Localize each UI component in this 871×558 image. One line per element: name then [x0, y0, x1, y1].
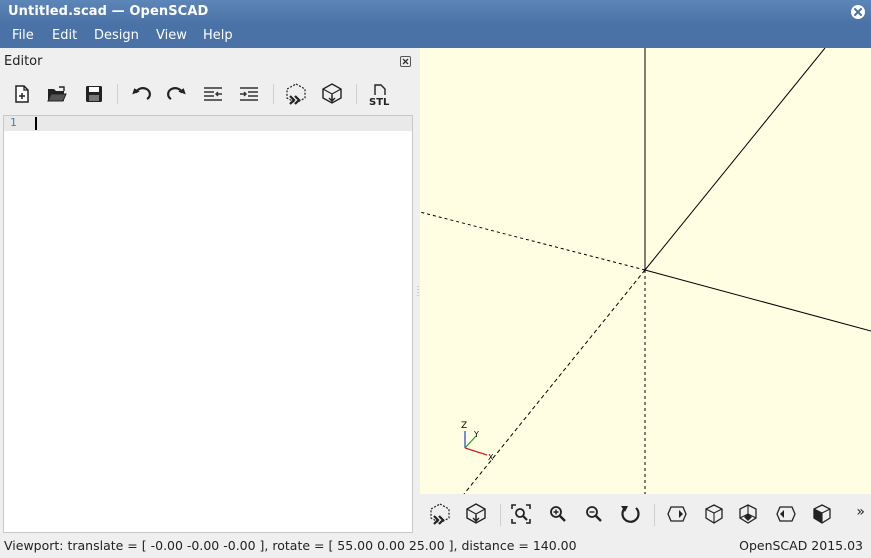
render-icon	[322, 83, 342, 104]
view-toolbar: »	[420, 494, 871, 535]
window-title: Untitled.scad — OpenSCAD	[8, 4, 209, 19]
view-left-button[interactable]	[771, 499, 801, 529]
axes-orientation-gizmo: Z Y X	[461, 421, 494, 462]
menu-edit[interactable]: Edit	[52, 28, 77, 43]
editor-dock-close-button[interactable]	[400, 56, 411, 67]
view-top-button[interactable]	[699, 499, 729, 529]
view-top-icon	[705, 504, 723, 524]
toolbar-separator	[654, 504, 655, 526]
view-preview-button[interactable]	[425, 499, 455, 529]
render-button[interactable]	[318, 78, 346, 110]
zoom-out-button[interactable]	[579, 499, 609, 529]
preview-icon	[286, 83, 306, 105]
view-left-icon	[776, 506, 796, 522]
open-file-button[interactable]	[43, 78, 71, 110]
current-line-highlight	[4, 116, 412, 131]
view-right-icon	[667, 506, 687, 522]
3d-viewport[interactable]: Z Y X	[420, 48, 871, 494]
export-stl-button[interactable]: STL	[365, 78, 393, 110]
reset-view-icon	[621, 506, 640, 523]
gizmo-x-line	[464, 447, 488, 456]
x-axis-negative	[420, 211, 646, 271]
text-caret	[35, 117, 37, 130]
zoom-in-icon	[550, 506, 566, 522]
gizmo-x-label: X	[488, 453, 494, 462]
menu-bar: File Edit Design View Help	[0, 25, 871, 48]
undo-button[interactable]	[127, 78, 155, 110]
view-all-icon	[511, 504, 531, 524]
view-all-button[interactable]	[506, 499, 536, 529]
unindent-button[interactable]	[199, 78, 227, 110]
view-front-button[interactable]	[807, 499, 837, 529]
open-file-icon	[47, 86, 67, 102]
toolbar-separator	[273, 84, 274, 104]
viewport-status-text: Viewport: translate = [ -0.00 -0.00 -0.0…	[4, 538, 577, 553]
toolbar-separator	[356, 84, 357, 104]
toolbar-separator	[117, 84, 118, 104]
preview-icon	[430, 503, 450, 525]
indent-button[interactable]	[235, 78, 263, 110]
code-editor[interactable]: 1	[3, 115, 413, 533]
line-number: 1	[10, 116, 17, 129]
zoom-out-icon	[586, 506, 602, 522]
indent-icon	[240, 87, 258, 101]
reset-view-button[interactable]	[615, 499, 645, 529]
view-bottom-icon	[739, 504, 757, 524]
view-front-icon	[813, 504, 831, 524]
redo-icon	[167, 87, 186, 100]
undo-icon	[132, 87, 151, 100]
close-icon	[402, 58, 409, 65]
menu-help[interactable]: Help	[203, 28, 233, 43]
stl-label: STL	[369, 97, 390, 107]
preview-button[interactable]	[282, 78, 310, 110]
zoom-in-button[interactable]	[543, 499, 573, 529]
toolbar-separator	[500, 504, 501, 526]
view-bottom-button[interactable]	[733, 499, 763, 529]
save-icon	[86, 86, 102, 102]
close-icon	[854, 8, 862, 16]
editor-toolbar: STL	[0, 78, 416, 112]
new-file-icon	[15, 85, 29, 103]
export-stl-icon: STL	[369, 84, 390, 107]
window-close-button[interactable]	[851, 5, 865, 19]
unindent-icon	[204, 87, 222, 101]
editor-dock-title: Editor	[4, 54, 43, 69]
redo-button[interactable]	[163, 78, 191, 110]
gizmo-y-label: Y	[473, 430, 479, 439]
view-render-button[interactable]	[461, 499, 491, 529]
x-axis-positive	[644, 269, 871, 332]
axes-drawing: Z Y X	[420, 48, 871, 494]
toolbar-overflow-button[interactable]: »	[856, 504, 865, 520]
menu-design[interactable]: Design	[94, 28, 139, 43]
y-axis-positive	[644, 48, 826, 271]
save-button[interactable]	[80, 78, 108, 110]
title-bar: Untitled.scad — OpenSCAD	[0, 0, 871, 25]
new-file-button[interactable]	[8, 78, 36, 110]
render-icon	[466, 503, 486, 524]
menu-file[interactable]: File	[12, 28, 34, 43]
menu-view[interactable]: View	[156, 28, 187, 43]
version-text: OpenSCAD 2015.03	[739, 538, 863, 553]
gizmo-z-label: Z	[461, 421, 467, 431]
view-right-button[interactable]	[662, 499, 692, 529]
status-bar: Viewport: translate = [ -0.00 -0.00 -0.0…	[0, 535, 871, 558]
